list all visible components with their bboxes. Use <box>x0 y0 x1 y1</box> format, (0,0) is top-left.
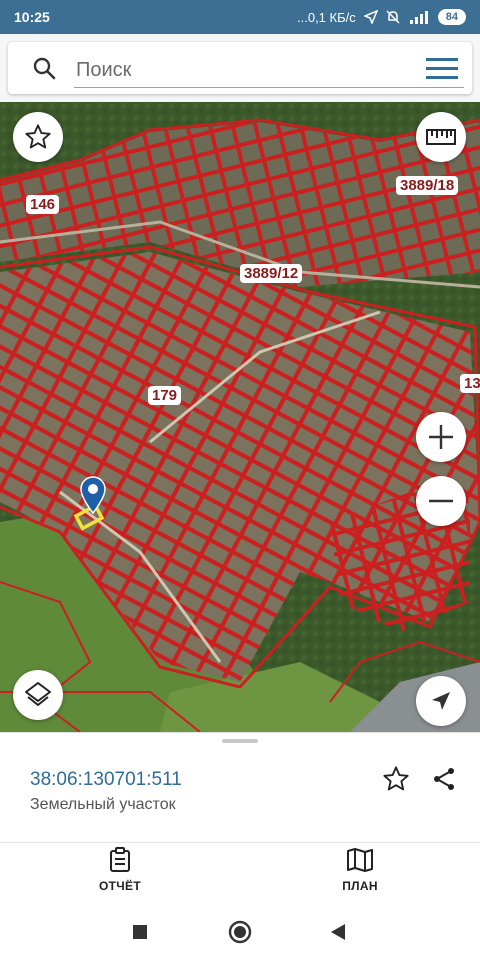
map-marker-icon[interactable] <box>79 476 107 519</box>
map-label-146: 146 <box>26 195 60 214</box>
cadastral-number: 38:06:130701:511 <box>30 769 182 790</box>
search-bar <box>8 42 472 94</box>
layers-button[interactable] <box>13 670 63 720</box>
ruler-button[interactable] <box>416 112 466 162</box>
star-icon[interactable] <box>382 765 410 798</box>
status-bar: 10:25 ...0,1 КБ/с 84 <box>0 0 480 34</box>
status-indicators: ...0,1 КБ/с 84 <box>297 9 466 25</box>
parcel-info-sheet[interactable]: 38:06:130701:511 Земельный участок <box>0 732 480 842</box>
mute-icon <box>386 10 400 24</box>
bottom-tab-bar: ОТЧЁТ ПЛАН <box>0 842 480 902</box>
plus-icon <box>429 425 453 449</box>
signal-icon <box>408 10 430 24</box>
home-icon[interactable] <box>228 920 252 949</box>
share-icon[interactable] <box>431 766 457 797</box>
search-input[interactable] <box>74 54 464 88</box>
zoom-out-button[interactable] <box>416 476 466 526</box>
map-label-13: 13 <box>460 374 480 393</box>
search-area <box>0 34 480 102</box>
location-icon <box>363 10 378 24</box>
favorites-button[interactable] <box>13 112 63 162</box>
map-plan-icon <box>347 848 373 872</box>
zoom-in-button[interactable] <box>416 412 466 462</box>
star-icon <box>25 124 51 149</box>
tab-plan[interactable]: ПЛАН <box>300 847 420 899</box>
tab-report-label: ОТЧЁТ <box>99 879 141 893</box>
minus-icon <box>429 499 453 503</box>
tab-plan-label: ПЛАН <box>342 879 378 893</box>
tab-report[interactable]: ОТЧЁТ <box>60 847 180 899</box>
ruler-icon <box>426 129 456 145</box>
menu-icon[interactable] <box>426 58 458 85</box>
parcel-type: Земельный участок <box>30 796 176 813</box>
navigation-arrow-icon <box>432 692 450 710</box>
my-location-button[interactable] <box>416 676 466 726</box>
map-label-3889-18: 3889/18 <box>396 176 459 195</box>
map-label-3889-12: 3889/12 <box>240 264 303 283</box>
search-icon[interactable] <box>32 56 56 85</box>
map-label-179: 179 <box>148 386 182 405</box>
report-icon <box>110 847 130 872</box>
map-view[interactable]: 146 3889/18 3889/12 179 13 <box>0 102 480 732</box>
system-navigation-bar <box>0 902 480 960</box>
battery-indicator: 84 <box>437 9 466 25</box>
status-time: 10:25 <box>14 9 50 25</box>
drag-handle[interactable] <box>222 739 258 743</box>
layers-icon <box>25 682 51 706</box>
recent-apps-icon[interactable] <box>132 924 148 945</box>
network-speed: ...0,1 КБ/с <box>297 9 356 25</box>
satellite-map[interactable] <box>0 102 480 732</box>
back-icon[interactable] <box>330 923 346 946</box>
